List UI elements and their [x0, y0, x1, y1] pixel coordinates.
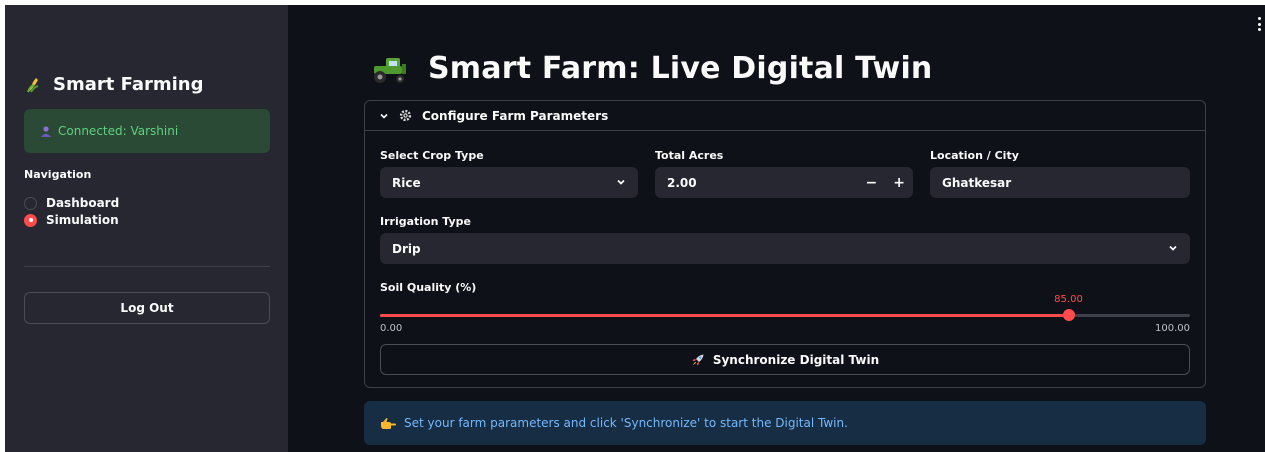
location-value: Ghatkesar [942, 175, 1012, 190]
nav-option-simulation[interactable]: Simulation [24, 213, 119, 227]
slider-min-label: 0.00 [380, 323, 403, 334]
increment-button[interactable]: + [893, 175, 905, 191]
slider-thumb[interactable] [1062, 309, 1075, 321]
app-window: Smart Farming Connected: Varshini Naviga… [5, 5, 1265, 452]
location-label: Location / City [930, 149, 1019, 162]
expander-header[interactable]: Configure Farm Parameters [365, 101, 1205, 131]
kebab-menu-icon[interactable] [1257, 17, 1261, 31]
sidebar-brand-title: Smart Farming [53, 74, 204, 95]
sidebar: Smart Farming Connected: Varshini Naviga… [5, 5, 288, 452]
location-input[interactable]: Ghatkesar [930, 167, 1190, 198]
chevron-down-icon [1169, 245, 1177, 251]
radio-selected[interactable] [24, 213, 37, 227]
total-acres-input[interactable]: 2.00 − + [655, 167, 913, 198]
radio-unselected[interactable] [24, 196, 37, 210]
navigation-label: Navigation [24, 168, 92, 181]
gear-icon [399, 109, 412, 122]
info-banner-text: Set your farm parameters and click 'Sync… [404, 416, 848, 430]
rocket-icon [692, 354, 704, 365]
pointing-hand-icon [381, 418, 396, 429]
synchronize-button-label: Synchronize Digital Twin [712, 352, 880, 367]
slider-max-label: 100.00 [1155, 323, 1190, 334]
nav-option-label: Dashboard [46, 196, 120, 210]
soil-quality-value: 85.00 [1054, 294, 1083, 305]
synchronize-button[interactable]: Synchronize Digital Twin [380, 344, 1190, 375]
page-title-text: Smart Farm: Live Digital Twin [428, 51, 933, 86]
sidebar-brand: Smart Farming [25, 74, 204, 95]
info-banner: Set your farm parameters and click 'Sync… [364, 401, 1206, 445]
decrement-button[interactable]: − [866, 175, 878, 191]
tractor-icon [374, 57, 406, 83]
irrigation-type-value: Drip [392, 241, 421, 256]
chevron-down-icon [617, 179, 625, 185]
corn-icon [27, 77, 39, 93]
crop-type-value: Rice [392, 175, 421, 190]
connection-status-text: Connected: Varshini [58, 124, 179, 138]
irrigation-type-select[interactable]: Drip [380, 233, 1190, 264]
soil-quality-label: Soil Quality (%) [380, 281, 477, 294]
crop-type-label: Select Crop Type [380, 149, 484, 162]
irrigation-type-label: Irrigation Type [380, 215, 471, 228]
sidebar-divider [24, 266, 270, 267]
logout-button[interactable]: Log Out [24, 292, 270, 324]
nav-option-label: Simulation [46, 213, 119, 227]
total-acres-value: 2.00 [667, 175, 697, 190]
soil-quality-slider[interactable] [380, 309, 1190, 321]
nav-option-dashboard[interactable]: Dashboard [24, 196, 119, 210]
connection-status-banner: Connected: Varshini [24, 109, 270, 153]
user-icon [41, 126, 51, 137]
crop-type-select[interactable]: Rice [380, 167, 638, 198]
chevron-down-icon [380, 113, 388, 119]
page-title: Smart Farm: Live Digital Twin [370, 51, 933, 86]
expander-title: Configure Farm Parameters [422, 108, 609, 123]
total-acres-label: Total Acres [655, 149, 724, 162]
slider-fill [380, 314, 1069, 317]
